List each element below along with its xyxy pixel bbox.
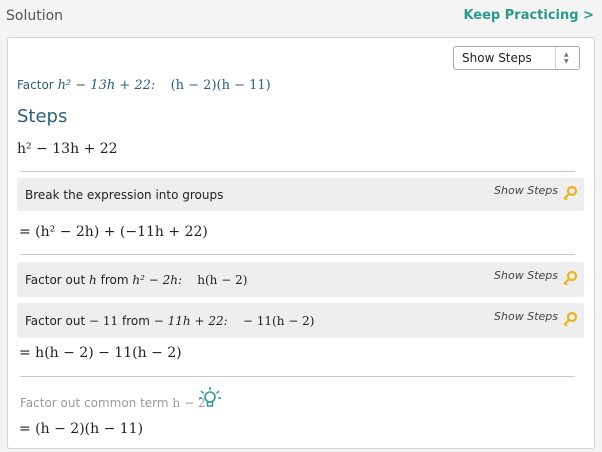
step-result: = (h² − 2h) + (−11h + 22) <box>19 224 208 240</box>
show-steps-link[interactable]: Show Steps <box>494 269 558 282</box>
divider <box>20 254 575 255</box>
show-steps-link[interactable]: Show Steps <box>494 310 558 323</box>
step-break-groups: Break the expression into groups Show St… <box>17 178 584 211</box>
step-label: Break the expression into groups <box>25 188 224 202</box>
start-expression: h² − 13h + 22 <box>17 141 118 157</box>
up-down-chevron-icon: ▲ ▼ <box>555 47 579 69</box>
lightbulb-icon[interactable] <box>199 387 221 409</box>
show-steps-select[interactable]: Show Steps ▲ ▼ <box>453 46 580 70</box>
keep-practicing-link[interactable]: Keep Practicing > <box>463 8 594 23</box>
show-steps-link[interactable]: Show Steps <box>494 184 558 197</box>
step-label: Factor out − 11 from − 11h + 22: − 11(h … <box>25 314 315 328</box>
key-icon[interactable] <box>562 185 578 201</box>
factor-label: Factor <box>17 78 54 92</box>
show-steps-select-value: Show Steps <box>462 51 532 65</box>
step-label: Factor out h from h² − 2h: h(h − 2) <box>25 273 248 287</box>
factor-result: (h − 2)(h − 11) <box>170 78 271 93</box>
final-result: = (h − 2)(h − 11) <box>19 421 144 437</box>
solution-title: Solution <box>6 8 64 24</box>
common-term-step: Factor out common term h − 2 <box>20 396 205 410</box>
steps-heading: Steps <box>17 106 68 127</box>
key-icon[interactable] <box>562 270 578 286</box>
factor-statement: Factor h² − 13h + 22: (h − 2)(h − 11) <box>17 78 271 93</box>
divider <box>20 171 575 172</box>
factor-expression: h² − 13h + 22: <box>57 78 156 93</box>
divider <box>20 376 575 377</box>
step-result: = h(h − 2) − 11(h − 2) <box>19 345 182 361</box>
solution-panel: Show Steps ▲ ▼ Factor h² − 13h + 22: (h … <box>7 37 595 449</box>
key-icon[interactable] <box>562 311 578 327</box>
common-term-label: Factor out common term <box>20 396 169 410</box>
solution-header: Solution Keep Practicing > <box>0 0 602 34</box>
step-factor-h: Factor out h from h² − 2h: h(h − 2) Show… <box>17 262 584 297</box>
step-factor-minus-11: Factor out − 11 from − 11h + 22: − 11(h … <box>17 303 584 338</box>
